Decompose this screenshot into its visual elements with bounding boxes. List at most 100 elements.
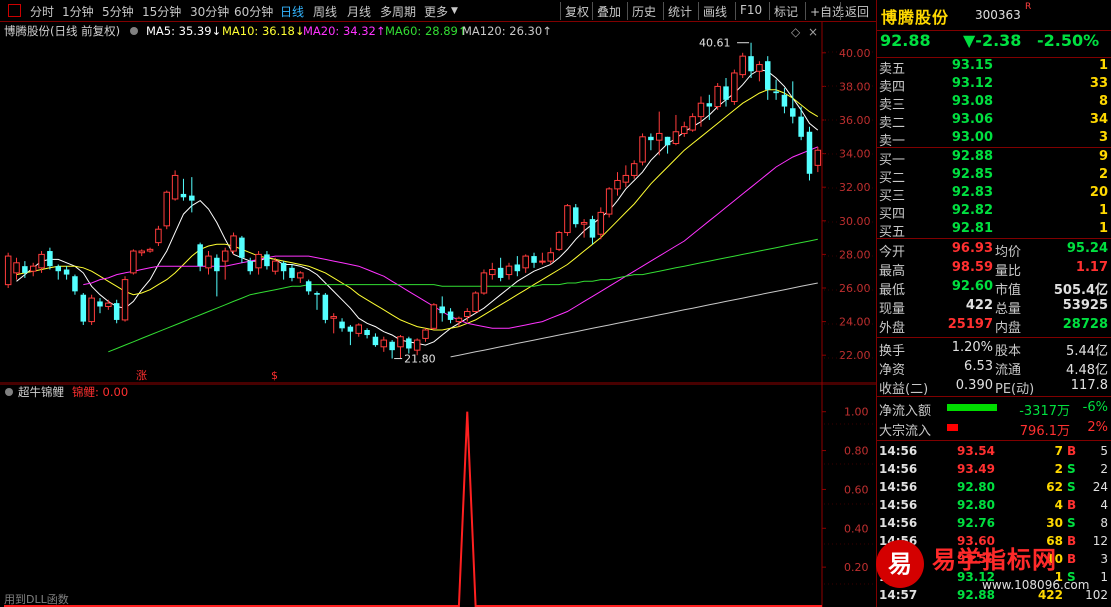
order-book-price: 92.83 [951, 185, 993, 200]
candle [622, 165, 630, 188]
period-tab[interactable]: 周线 [313, 3, 337, 20]
toolbar-button[interactable]: 返回 [845, 3, 869, 20]
y-tick-label: 26.00 [839, 282, 871, 295]
toolbar-button[interactable]: F10 [740, 3, 762, 17]
ma-line-ma120 [450, 282, 818, 358]
y-tick-label: 28.00 [839, 248, 871, 261]
candle-body [239, 237, 245, 258]
candle [630, 160, 638, 179]
tick-row: 14:56 92.80 62 S 24 [877, 479, 1111, 497]
order-book-row[interactable]: 卖二 93.06 34 [877, 111, 1111, 131]
candle-body [447, 311, 454, 320]
order-book-volume: 33 [1089, 76, 1108, 91]
period-tab[interactable]: 更多 [424, 3, 448, 20]
period-tab[interactable]: 月线 [347, 3, 371, 20]
toolbar-button[interactable]: 标记 [774, 3, 798, 20]
toolbar-button[interactable]: 复权 [565, 3, 589, 20]
candle-body [697, 102, 705, 118]
order-book-row[interactable]: 买一 92.88 9 [877, 148, 1111, 168]
stat-label: 股本 [995, 344, 1022, 359]
stat-label: 最低 [879, 283, 906, 298]
period-tab[interactable]: 60分钟 [234, 3, 273, 20]
tick-volume: 7 [1054, 444, 1063, 458]
candle [389, 340, 395, 359]
candle [4, 252, 12, 288]
candle [138, 249, 145, 257]
candle-body [756, 64, 763, 72]
tick-direction: B [1067, 444, 1077, 458]
period-tab[interactable]: 5分钟 [102, 3, 134, 20]
candle-body [630, 163, 638, 176]
tick-price: 92.80 [957, 498, 995, 512]
period-tab[interactable]: 15分钟 [142, 3, 181, 20]
order-book-row[interactable]: 买四 92.82 1 [877, 202, 1111, 222]
y-tick-label: 24.00 [839, 316, 871, 329]
stock-code: 300363 [975, 8, 1021, 22]
candle-body [648, 136, 654, 141]
candle-body [397, 336, 404, 348]
period-tab[interactable]: 日线 [280, 3, 304, 20]
order-book-volume: 1 [1098, 203, 1108, 218]
stat-value: 0.390 [955, 378, 993, 393]
y-tick-label: 40.00 [839, 47, 871, 60]
candle-body [155, 228, 162, 244]
candle-body [564, 205, 571, 234]
candle-body [221, 250, 229, 262]
period-tab[interactable]: 30分钟 [190, 3, 229, 20]
stat-value: 95.24 [1066, 241, 1108, 256]
candle [230, 232, 237, 255]
window-icon[interactable] [8, 4, 21, 17]
candle [297, 271, 304, 283]
ma-line-ma60 [108, 238, 818, 353]
order-book-row[interactable]: 买三 92.83 20 [877, 184, 1111, 204]
order-book-volume: 3 [1098, 130, 1108, 145]
order-book-row[interactable]: 卖一 93.00 3 [877, 129, 1111, 149]
ma-line-ma20 [83, 146, 818, 329]
candle [655, 111, 663, 156]
candle [497, 257, 504, 282]
order-book-row[interactable]: 卖三 93.08 8 [877, 93, 1111, 113]
fund-flow-value: 796.1万 [1019, 424, 1070, 439]
candle-body [314, 293, 320, 295]
period-tab[interactable]: 多周期 [380, 3, 416, 20]
candle-body [146, 248, 154, 252]
toolbar-button[interactable]: 统计 [668, 3, 692, 20]
toolbar-button[interactable]: 历史 [632, 3, 656, 20]
fund-flow-label: 大宗流入 [879, 424, 932, 439]
order-book-price: 93.06 [951, 112, 993, 127]
stat-label: PE(动) [995, 382, 1035, 397]
candle-body [739, 55, 746, 76]
toolbar-button[interactable]: +自选 [810, 3, 844, 20]
y-tick-label: 22.00 [839, 349, 871, 362]
period-tab[interactable]: 分时 [30, 3, 54, 20]
candle [455, 316, 463, 327]
order-book-row[interactable]: 买五 92.81 1 [877, 220, 1111, 240]
toolbar-button[interactable]: 画线 [703, 3, 727, 20]
stat-label: 换手 [879, 344, 906, 359]
candle [330, 313, 337, 334]
low-marker: 21.80 [404, 353, 436, 366]
tick-volume: 62 [1046, 480, 1063, 494]
period-tab[interactable]: 1分钟 [62, 3, 94, 20]
candle-body [672, 131, 680, 145]
y-tick-label: 0.40 [844, 522, 869, 535]
stat-row: 现量 422 总量 53925 [877, 297, 1111, 317]
order-book-row[interactable]: 买二 92.85 2 [877, 166, 1111, 186]
stat-value: 6.53 [964, 359, 993, 374]
stat-value: 53925 [1062, 298, 1108, 313]
order-book-row[interactable]: 卖五 93.15 1 [877, 57, 1111, 77]
fund-flow-row: 净流入额 -3317万 -6% [877, 399, 1111, 419]
candle [531, 252, 537, 268]
toolbar-button[interactable]: 叠加 [597, 3, 621, 20]
tick-price: 93.54 [957, 444, 995, 458]
candle [380, 336, 388, 352]
candle-body [339, 321, 345, 329]
order-book-row[interactable]: 卖四 93.12 33 [877, 75, 1111, 95]
candle-body [489, 269, 496, 276]
candle [573, 204, 579, 228]
order-book-price: 93.15 [951, 58, 993, 73]
order-book-volume: 9 [1098, 149, 1108, 164]
candle-body [422, 329, 429, 339]
candle [639, 133, 646, 166]
candle [447, 308, 454, 324]
